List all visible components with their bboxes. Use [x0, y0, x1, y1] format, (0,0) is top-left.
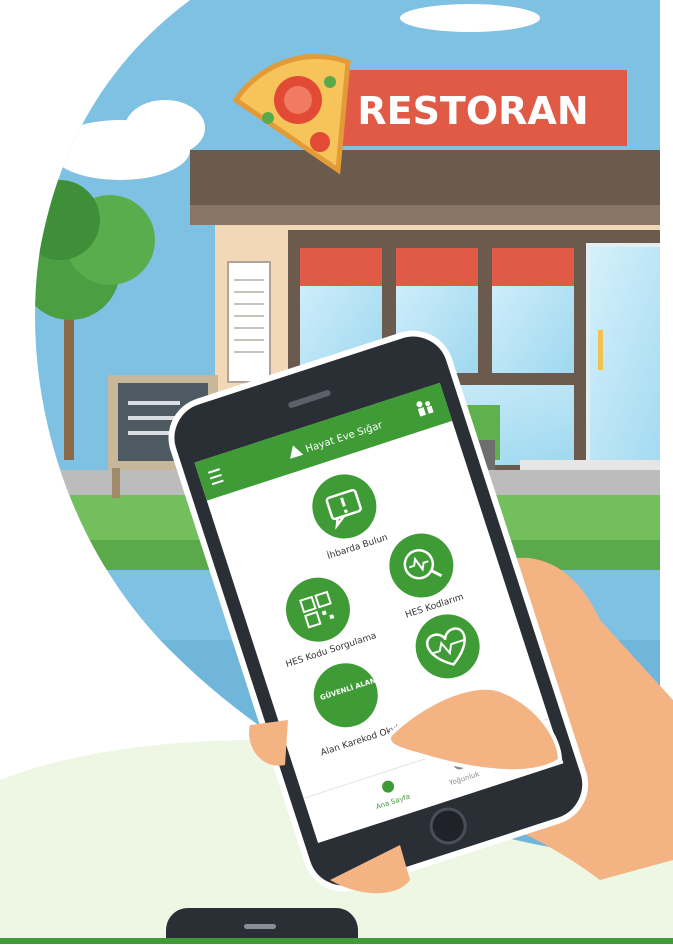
sign-text: RESTORAN	[357, 89, 588, 133]
illustration: RESTORAN Hayat Eve Sığar İhbarda Bulun H…	[0, 0, 673, 948]
bottom-bar	[0, 938, 673, 944]
restaurant-phone-illustration: RESTORAN Hayat Eve Sığar İhbarda Bulun H…	[0, 0, 673, 948]
